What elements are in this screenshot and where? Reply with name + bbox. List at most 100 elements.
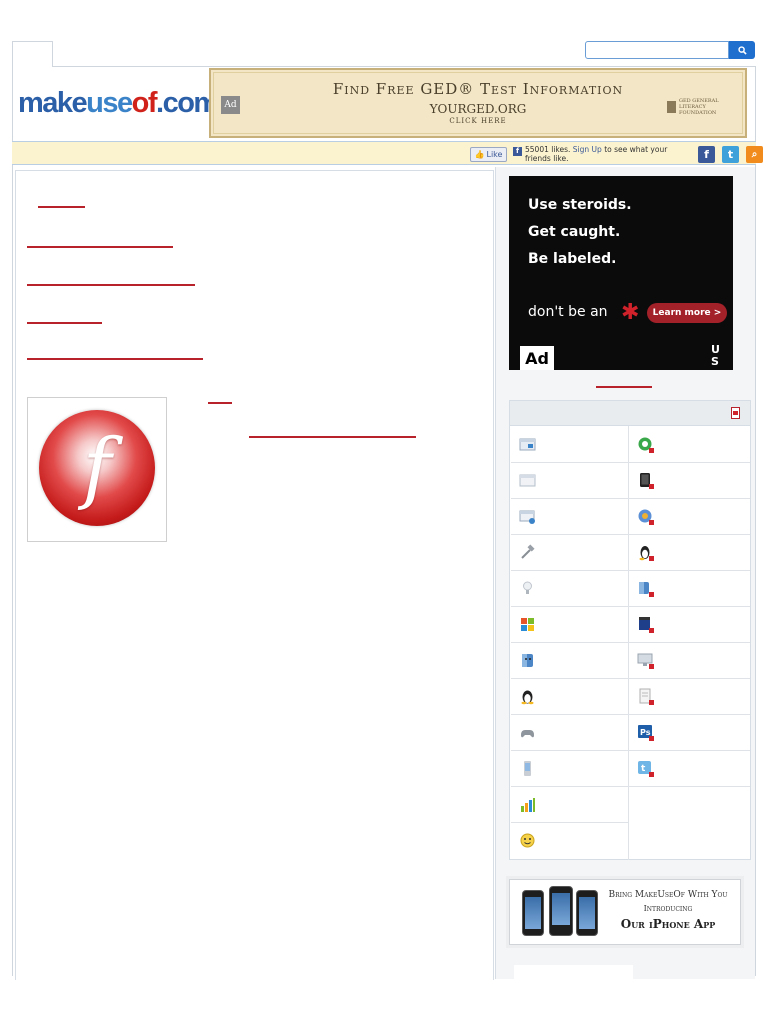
category-item[interactable] bbox=[511, 715, 628, 751]
category-item[interactable] bbox=[511, 751, 628, 787]
sidebar-ad-line2: Get caught. bbox=[528, 224, 621, 240]
sidebar-link[interactable] bbox=[596, 386, 652, 388]
gamepad-icon bbox=[521, 730, 534, 738]
pdf-icon[interactable] bbox=[731, 407, 740, 419]
category-item[interactable] bbox=[629, 607, 750, 643]
browser-icon bbox=[519, 438, 536, 451]
nav-link-2[interactable] bbox=[27, 246, 173, 248]
search-button[interactable] bbox=[729, 41, 755, 59]
sidebar-widget-box bbox=[514, 965, 633, 980]
facebook-small-icon: f bbox=[513, 147, 522, 156]
sponsor-seal-icon bbox=[667, 101, 676, 113]
category-item[interactable] bbox=[511, 499, 628, 535]
tools-icon bbox=[521, 544, 535, 559]
category-item[interactable] bbox=[511, 679, 628, 715]
flash-logo-icon: f bbox=[39, 410, 155, 526]
smiley-icon bbox=[520, 833, 535, 848]
category-item[interactable]: t bbox=[629, 751, 750, 787]
category-item[interactable]: Ps bbox=[629, 715, 750, 751]
article-link-short[interactable] bbox=[208, 402, 232, 404]
likes-count: 55001 likes. bbox=[525, 145, 571, 154]
mac-pdf-icon bbox=[639, 582, 654, 597]
sidebar-ad-tagline: don't be an bbox=[528, 304, 608, 320]
category-item[interactable] bbox=[511, 427, 628, 463]
video-icon bbox=[639, 617, 654, 633]
category-item[interactable] bbox=[629, 571, 750, 607]
main-content bbox=[15, 170, 494, 980]
photoshop-icon: Ps bbox=[638, 725, 654, 741]
frame-right-border bbox=[755, 66, 756, 976]
nav-link-4[interactable] bbox=[27, 322, 102, 324]
category-item[interactable] bbox=[511, 787, 628, 823]
web-app-icon bbox=[519, 510, 535, 524]
category-panel-header bbox=[510, 401, 750, 426]
logo-part-make: make bbox=[18, 87, 88, 119]
lightbulb-icon bbox=[523, 581, 532, 594]
nav-link-1[interactable] bbox=[38, 206, 85, 208]
twitter-pdf-icon: t bbox=[638, 761, 654, 777]
category-item[interactable] bbox=[511, 823, 628, 859]
sidebar-ad-line1: Use steroids. bbox=[528, 197, 632, 213]
category-panel: Ps t bbox=[509, 400, 751, 860]
banner-ad[interactable]: Ad Find Free GED® Test Information YOURG… bbox=[209, 68, 747, 138]
category-item[interactable] bbox=[629, 679, 750, 715]
iphone-graphic bbox=[522, 886, 598, 940]
banner-sponsor-text: GED GENERAL LITERACY FOUNDATION bbox=[679, 98, 719, 116]
linux-icon bbox=[521, 690, 534, 705]
likes-count-text: 55001 likes. Sign Up to see what your fr… bbox=[525, 145, 690, 163]
banner-site: YOURGED.ORG bbox=[429, 102, 527, 116]
mac-icon bbox=[522, 654, 533, 667]
banner-sponsor: GED GENERAL LITERACY FOUNDATION bbox=[667, 98, 739, 116]
asterisk-icon: ✱ bbox=[621, 300, 640, 325]
category-item[interactable] bbox=[511, 571, 628, 607]
refresh-icon bbox=[638, 437, 654, 453]
banner-title: Find Free GED® Test Information bbox=[332, 80, 624, 98]
sidebar-ad-line3: Be labeled. bbox=[528, 251, 617, 267]
logo-part-of: of bbox=[131, 87, 158, 119]
nav-link-5[interactable] bbox=[27, 358, 203, 360]
sidebar-ad[interactable]: Use steroids. Get caught. Be labeled. do… bbox=[509, 176, 733, 370]
ipad-icon bbox=[640, 473, 654, 489]
window-icon bbox=[519, 474, 536, 487]
article-link-long[interactable] bbox=[249, 436, 416, 438]
windows-icon bbox=[521, 618, 534, 631]
app-promo-line3: Our iPhone App bbox=[620, 917, 716, 931]
category-item[interactable] bbox=[629, 535, 750, 571]
tab-home[interactable] bbox=[12, 41, 53, 67]
site-logo[interactable]: makeuseof.com bbox=[18, 84, 219, 122]
facebook-like-button[interactable]: 👍 Like bbox=[470, 147, 507, 162]
app-promo-line1: Bring MakeUseOf With You bbox=[608, 890, 728, 900]
category-item[interactable] bbox=[511, 643, 628, 679]
rss-icon[interactable]: ⌕ bbox=[746, 146, 763, 163]
usada-logo: U S bbox=[711, 343, 720, 368]
mobile-icon bbox=[524, 761, 531, 776]
search-input[interactable] bbox=[585, 41, 729, 59]
learn-more-button[interactable]: Learn more > bbox=[647, 303, 727, 323]
document-icon bbox=[639, 688, 654, 705]
chart-icon bbox=[521, 798, 535, 812]
itunes-icon bbox=[638, 509, 654, 525]
twitter-icon[interactable]: t bbox=[722, 146, 739, 163]
category-item[interactable] bbox=[629, 427, 750, 463]
banner-cta[interactable]: CLICK HERE bbox=[211, 117, 745, 125]
like-label: Like bbox=[486, 150, 503, 159]
sidebar-ad-text: Use steroids. Get caught. Be labeled. bbox=[528, 192, 632, 273]
svg-text:Ps: Ps bbox=[640, 728, 651, 737]
search-icon bbox=[737, 45, 747, 55]
category-item[interactable] bbox=[511, 535, 628, 571]
thumbs-up-icon: 👍 bbox=[474, 150, 485, 159]
category-item[interactable] bbox=[629, 643, 750, 679]
category-item[interactable] bbox=[511, 463, 628, 499]
linux-pdf-icon bbox=[639, 546, 654, 561]
article-thumbnail[interactable]: f bbox=[27, 397, 167, 542]
category-item[interactable] bbox=[629, 499, 750, 535]
category-item[interactable] bbox=[629, 463, 750, 499]
nav-link-3[interactable] bbox=[27, 284, 195, 286]
facebook-icon[interactable]: f bbox=[698, 146, 715, 163]
frame-left-border bbox=[12, 66, 13, 976]
logo-part-use: use bbox=[86, 87, 133, 119]
svg-text:t: t bbox=[641, 764, 646, 774]
signup-link[interactable]: Sign Up bbox=[573, 145, 602, 154]
iphone-app-promo[interactable]: Bring MakeUseOf With You Introducing Our… bbox=[506, 876, 744, 948]
category-item[interactable] bbox=[511, 607, 628, 643]
